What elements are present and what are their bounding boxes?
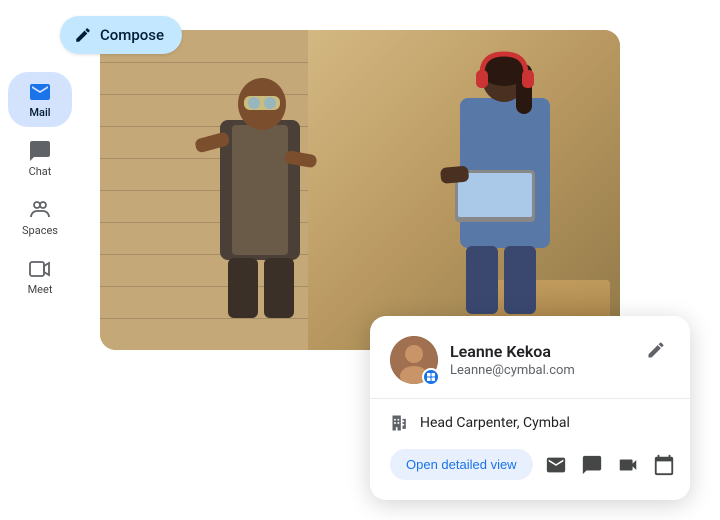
profile-card: Leanne Kekoa Leanne@cymbal.com Head Carp… xyxy=(370,316,690,500)
calendar-action-icon xyxy=(653,454,675,476)
meet-label: Meet xyxy=(28,283,53,296)
chat-action-icon xyxy=(581,454,603,476)
mail-label: Mail xyxy=(29,106,50,119)
video-action-button[interactable] xyxy=(617,454,639,476)
edit-icon xyxy=(646,340,666,360)
pencil-icon xyxy=(74,26,92,44)
meet-icon xyxy=(28,257,52,281)
card-divider xyxy=(370,398,690,399)
chat-label: Chat xyxy=(29,165,52,178)
card-name-area: Leanne Kekoa Leanne@cymbal.com xyxy=(450,342,575,378)
card-actions: Open detailed view xyxy=(390,449,670,480)
card-header: Leanne Kekoa Leanne@cymbal.com xyxy=(390,336,670,384)
edit-button[interactable] xyxy=(642,336,670,364)
sidebar-item-spaces[interactable]: Spaces xyxy=(8,190,72,245)
calendar-action-button[interactable] xyxy=(653,454,675,476)
card-job: Head Carpenter, Cymbal xyxy=(390,413,670,433)
mail-action-button[interactable] xyxy=(545,454,567,476)
compose-button[interactable]: Compose xyxy=(60,16,182,54)
card-avatar-area: Leanne Kekoa Leanne@cymbal.com xyxy=(390,336,575,384)
sidebar-item-mail[interactable]: Mail xyxy=(8,72,72,127)
contact-job-title: Head Carpenter, Cymbal xyxy=(420,415,570,431)
video-action-icon xyxy=(617,454,639,476)
workspace-badge xyxy=(422,368,440,386)
chat-icon xyxy=(28,139,52,163)
person-right-figure xyxy=(430,40,580,340)
spaces-icon xyxy=(28,198,52,222)
chat-action-button[interactable] xyxy=(581,454,603,476)
photo-scene xyxy=(100,30,620,350)
contact-name: Leanne Kekoa xyxy=(450,342,575,361)
person-left-figure xyxy=(190,60,330,340)
open-detail-view-button[interactable]: Open detailed view xyxy=(390,449,533,480)
building-icon xyxy=(390,413,410,433)
photo-area xyxy=(100,30,620,350)
sidebar-item-chat[interactable]: Chat xyxy=(8,131,72,186)
nav-items: Mail Chat Spaces xyxy=(0,72,80,304)
avatar-wrapper xyxy=(390,336,438,384)
mail-action-icon xyxy=(545,454,567,476)
contact-email: Leanne@cymbal.com xyxy=(450,363,575,378)
compose-label: Compose xyxy=(100,26,164,44)
mail-icon xyxy=(28,80,52,104)
spaces-label: Spaces xyxy=(22,224,58,237)
action-icons xyxy=(545,454,675,476)
sidebar-item-meet[interactable]: Meet xyxy=(8,249,72,304)
sidebar: Compose Mail Chat xyxy=(0,0,80,520)
